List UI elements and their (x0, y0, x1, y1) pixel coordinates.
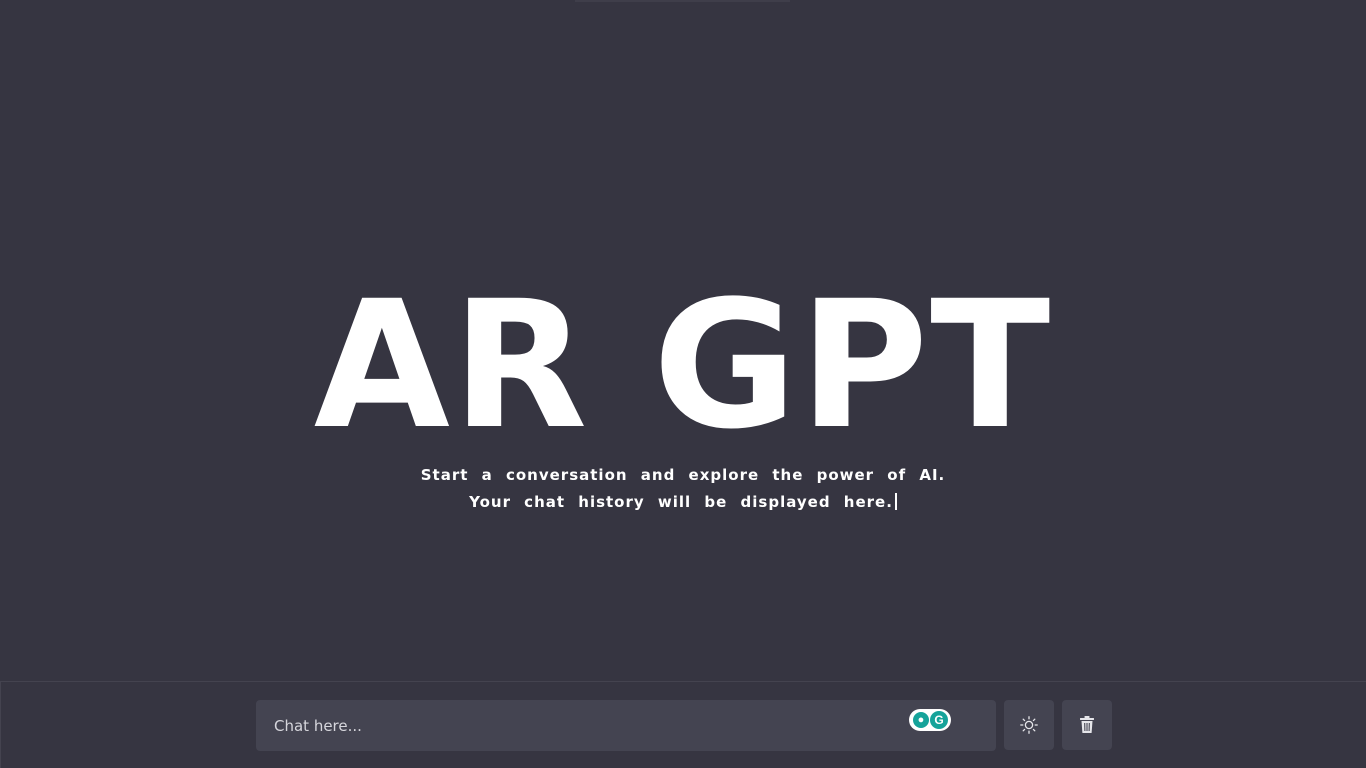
sun-icon (1020, 716, 1038, 734)
hero-subtitle-line2: Your chat history will be displayed here… (0, 493, 1366, 511)
text-caret (894, 493, 897, 510)
grammarly-bulb-icon[interactable]: ● (913, 712, 929, 728)
delete-chats-button[interactable] (1062, 700, 1112, 750)
chat-input[interactable] (256, 700, 996, 751)
hero-subtitle-line2-text: Your chat history will be displayed here… (469, 493, 893, 511)
hero-subtitle-line1: Start a conversation and explore the pow… (420, 466, 946, 484)
grammarly-logo-icon[interactable]: G (930, 711, 948, 729)
theme-toggle-button[interactable] (1004, 700, 1054, 750)
trash-icon (1080, 716, 1094, 733)
chat-bottom-bar: ● G (0, 681, 1366, 768)
grammarly-widget[interactable]: ● G (909, 709, 951, 731)
chat-input-container: ● G (256, 700, 996, 751)
hero-section: AR GPT Start a conversation and explore … (0, 0, 1366, 681)
page-title: AR GPT (313, 263, 1053, 468)
